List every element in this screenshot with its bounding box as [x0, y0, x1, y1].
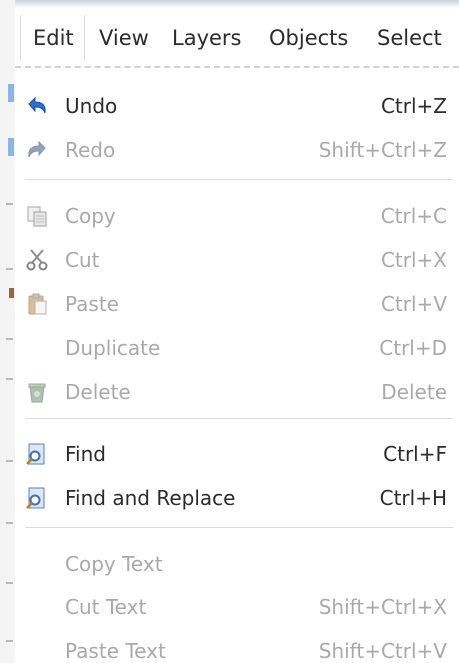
menu-item-label: Paste	[65, 292, 119, 316]
menu-item-label: Cut	[65, 248, 100, 272]
menu-item-label: Copy	[65, 204, 116, 228]
menu-item-paste[interactable]: Paste Ctrl+V	[15, 282, 459, 326]
menu-item-find-and-replace[interactable]: Find and Replace Ctrl+H	[15, 476, 459, 520]
app-window: Edit View Layers Objects Select Undo Ctr…	[0, 0, 459, 663]
edit-menu-dropdown: Undo Ctrl+Z Redo Shift+Ctrl+Z Copy Ctrl+…	[15, 76, 459, 663]
menu-item-label: Find	[65, 442, 106, 466]
menu-layers[interactable]: Layers	[160, 15, 254, 61]
menu-item-shortcut: Shift+Ctrl+Z	[318, 138, 447, 162]
undo-icon	[25, 94, 49, 118]
menu-separator	[25, 527, 453, 528]
menu-item-find[interactable]: Find Ctrl+F	[15, 432, 459, 476]
trash-icon	[25, 380, 49, 404]
menu-item-cut-text[interactable]: Cut Text Shift+Ctrl+X	[15, 585, 459, 629]
menu-item-paste-text[interactable]: Paste Text Shift+Ctrl+V	[15, 629, 459, 663]
menubar-top-border	[15, 0, 459, 8]
menu-view[interactable]: View	[87, 15, 161, 61]
menu-item-shortcut: Ctrl+V	[380, 292, 447, 316]
menu-item-label: Find and Replace	[65, 486, 236, 510]
menu-item-label: Paste Text	[65, 639, 166, 663]
menu-item-copy[interactable]: Copy Ctrl+C	[15, 194, 459, 238]
menu-item-label: Duplicate	[65, 336, 161, 360]
background-mark	[8, 138, 14, 156]
menu-item-label: Redo	[65, 138, 116, 162]
find-replace-icon	[25, 486, 49, 510]
background-mark	[6, 522, 13, 524]
menu-separator	[25, 179, 453, 180]
menu-item-shortcut: Ctrl+X	[380, 248, 447, 272]
find-icon	[25, 442, 49, 466]
menu-item-delete[interactable]: Delete Delete	[15, 370, 459, 414]
background-mark	[6, 203, 13, 205]
background-mark	[6, 268, 13, 270]
redo-icon	[25, 138, 49, 162]
background-mark	[8, 84, 14, 102]
scissors-icon	[25, 248, 49, 272]
menu-item-shortcut: Ctrl+Z	[380, 94, 447, 118]
copy-icon	[25, 204, 49, 228]
menu-item-label: Copy Text	[65, 552, 163, 576]
tearoff-line[interactable]	[15, 66, 459, 68]
menu-item-shortcut: Ctrl+H	[379, 486, 447, 510]
background-mark	[9, 288, 14, 298]
menu-item-label: Undo	[65, 94, 118, 118]
menu-item-shortcut: Ctrl+C	[380, 204, 447, 228]
menu-select[interactable]: Select	[365, 15, 454, 61]
menu-item-duplicate[interactable]: Duplicate Ctrl+D	[15, 326, 459, 370]
menubar: Edit View Layers Objects Select	[15, 0, 459, 76]
menu-separator	[25, 418, 453, 419]
menu-item-cut[interactable]: Cut Ctrl+X	[15, 238, 459, 282]
menu-item-shortcut: Ctrl+F	[383, 442, 447, 466]
background-mark	[6, 640, 13, 642]
menu-objects[interactable]: Objects	[257, 15, 360, 61]
menu-item-shortcut: Shift+Ctrl+V	[318, 639, 447, 663]
menu-item-copy-text[interactable]: Copy Text	[15, 542, 459, 586]
background-mark	[6, 582, 13, 584]
paste-icon	[25, 292, 49, 316]
menu-item-undo[interactable]: Undo Ctrl+Z	[15, 84, 459, 128]
background-mark	[6, 338, 13, 340]
menu-item-label: Cut Text	[65, 595, 147, 619]
background-mark	[6, 378, 13, 380]
menu-item-redo[interactable]: Redo Shift+Ctrl+Z	[15, 128, 459, 172]
menu-item-shortcut: Delete	[381, 380, 447, 404]
menu-item-shortcut: Shift+Ctrl+X	[318, 595, 447, 619]
menu-item-label: Delete	[65, 380, 131, 404]
background-mark	[6, 460, 13, 462]
menu-edit[interactable]: Edit	[20, 15, 85, 61]
menu-item-shortcut: Ctrl+D	[379, 336, 447, 360]
background-window-strip	[0, 0, 16, 663]
